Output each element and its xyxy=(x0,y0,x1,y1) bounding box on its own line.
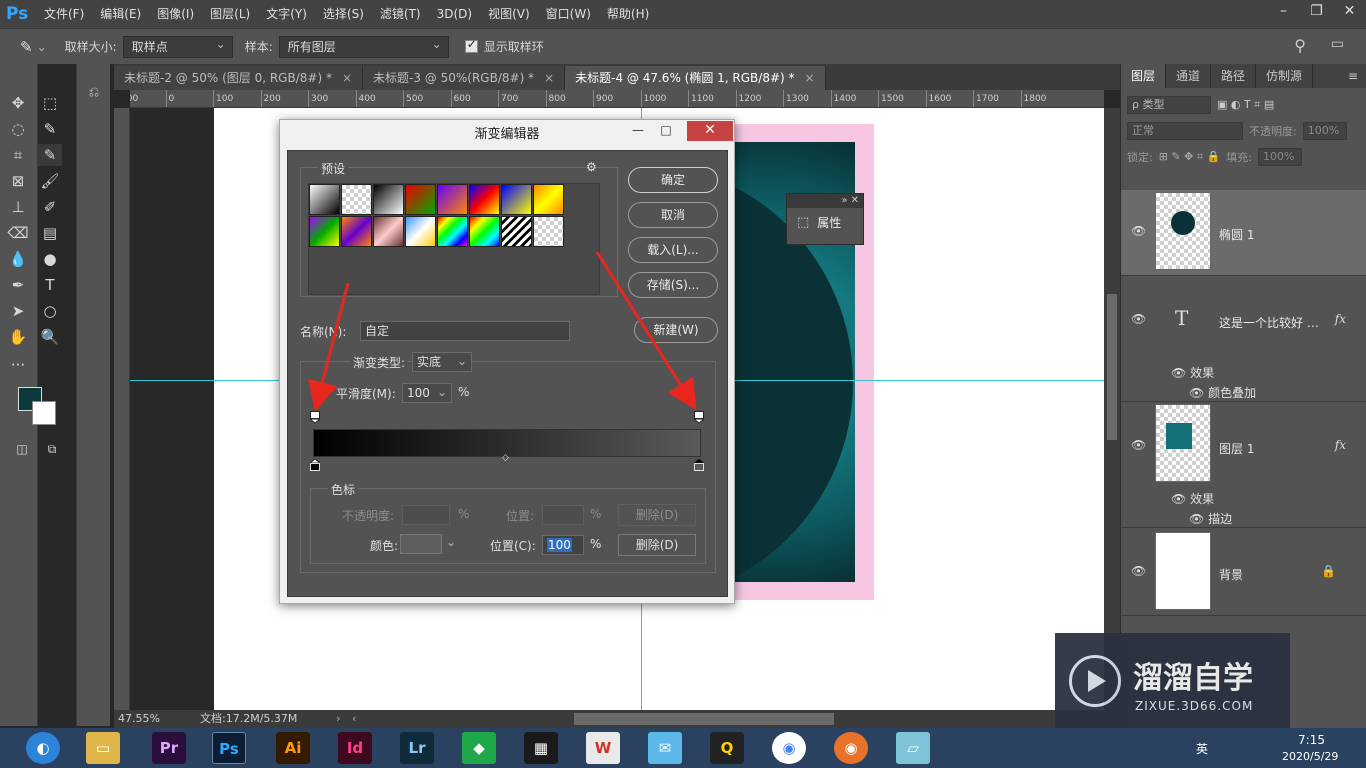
watermark-url: ZIXUE.3D66.COM xyxy=(1135,699,1254,713)
qq-icon[interactable]: Q xyxy=(710,732,744,764)
arrow-right xyxy=(595,251,697,411)
green-app-icon[interactable]: ◆ xyxy=(462,732,496,764)
film-icon[interactable]: ▦ xyxy=(524,732,558,764)
ruler-app-icon[interactable]: ▱ xyxy=(896,732,930,764)
chat-bird-icon[interactable]: ✉ xyxy=(648,732,682,764)
clock-time[interactable]: 7:15 xyxy=(1298,733,1325,747)
premiere-icon[interactable]: Pr xyxy=(152,732,186,764)
illustrator-icon[interactable]: Ai xyxy=(276,732,310,764)
explorer-icon[interactable]: ▭ xyxy=(86,732,120,764)
lightroom-icon[interactable]: Lr xyxy=(400,732,434,764)
ime-indicator[interactable]: 英 xyxy=(1196,740,1208,757)
arrow-left xyxy=(307,282,350,412)
chrome-icon[interactable]: ◉ xyxy=(772,732,806,764)
start-button[interactable]: ◐ xyxy=(26,732,60,764)
clock-date[interactable]: 2020/5/29 xyxy=(1282,750,1338,763)
play-icon xyxy=(1069,655,1121,707)
browser-icon[interactable]: ◉ xyxy=(834,732,868,764)
indesign-icon[interactable]: Id xyxy=(338,732,372,764)
taskbar: ◐ ▭ Pr Ps Ai Id Lr ◆ ▦ W ✉ Q ◉ ◉ ▱ 英 7:1… xyxy=(0,728,1366,768)
watermark: 溜溜自学 ZIXUE.3D66.COM xyxy=(1055,633,1290,728)
wps-icon[interactable]: W xyxy=(586,732,620,764)
photoshop-taskbar-icon[interactable]: Ps xyxy=(212,732,246,764)
watermark-title: 溜溜自学 xyxy=(1133,661,1253,696)
